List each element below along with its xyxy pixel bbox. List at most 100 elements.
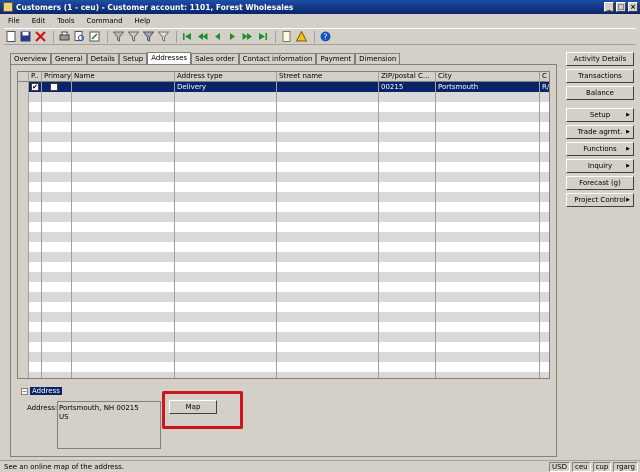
empty-cell[interactable] (540, 142, 549, 152)
address-type-cell[interactable]: Delivery (175, 82, 277, 92)
empty-cell[interactable] (277, 362, 379, 372)
empty-cell[interactable] (436, 132, 540, 142)
empty-cell[interactable] (379, 232, 436, 242)
empty-cell[interactable] (72, 112, 175, 122)
empty-cell[interactable] (18, 112, 29, 122)
country-cell[interactable]: R/ (540, 82, 549, 92)
empty-cell[interactable] (42, 252, 72, 262)
empty-cell[interactable] (29, 142, 42, 152)
empty-table-row[interactable] (18, 162, 549, 172)
empty-cell[interactable] (72, 312, 175, 322)
column-header-primary[interactable]: Primary (42, 72, 72, 82)
empty-cell[interactable] (175, 262, 277, 272)
empty-cell[interactable] (436, 122, 540, 132)
empty-cell[interactable] (29, 102, 42, 112)
row-selector[interactable] (18, 82, 29, 92)
empty-cell[interactable] (72, 262, 175, 272)
empty-cell[interactable] (540, 332, 549, 342)
empty-cell[interactable] (540, 312, 549, 322)
empty-cell[interactable] (18, 352, 29, 362)
help-icon[interactable]: ? (319, 30, 332, 43)
empty-cell[interactable] (436, 362, 540, 372)
empty-cell[interactable] (72, 252, 175, 262)
empty-cell[interactable] (436, 152, 540, 162)
empty-cell[interactable] (540, 262, 549, 272)
empty-cell[interactable] (540, 202, 549, 212)
empty-cell[interactable] (436, 302, 540, 312)
first-record-icon[interactable] (181, 30, 194, 43)
empty-cell[interactable] (379, 192, 436, 202)
empty-cell[interactable] (436, 112, 540, 122)
empty-cell[interactable] (42, 282, 72, 292)
empty-cell[interactable] (379, 122, 436, 132)
empty-cell[interactable] (175, 282, 277, 292)
column-header-c[interactable]: C (540, 72, 549, 82)
empty-cell[interactable] (29, 232, 42, 242)
empty-table-row[interactable] (18, 142, 549, 152)
empty-cell[interactable] (29, 212, 42, 222)
empty-cell[interactable] (175, 292, 277, 302)
empty-cell[interactable] (540, 292, 549, 302)
empty-cell[interactable] (175, 112, 277, 122)
empty-cell[interactable] (18, 192, 29, 202)
empty-cell[interactable] (175, 322, 277, 332)
empty-cell[interactable] (540, 242, 549, 252)
empty-table-row[interactable] (18, 312, 549, 322)
empty-cell[interactable] (277, 272, 379, 282)
street-name-cell[interactable] (277, 82, 379, 92)
empty-table-row[interactable] (18, 302, 549, 312)
empty-cell[interactable] (42, 362, 72, 372)
empty-cell[interactable] (72, 352, 175, 362)
empty-table-row[interactable] (18, 332, 549, 342)
empty-cell[interactable] (29, 112, 42, 122)
new-record-icon[interactable] (4, 30, 17, 43)
empty-cell[interactable] (175, 302, 277, 312)
empty-cell[interactable] (42, 182, 72, 192)
empty-cell[interactable] (29, 362, 42, 372)
menu-edit[interactable]: Edit (32, 17, 46, 25)
empty-cell[interactable] (379, 152, 436, 162)
empty-cell[interactable] (540, 322, 549, 332)
empty-cell[interactable] (277, 162, 379, 172)
empty-cell[interactable] (277, 92, 379, 102)
empty-cell[interactable] (29, 162, 42, 172)
empty-table-row[interactable] (18, 342, 549, 352)
table-row[interactable]: ✔ Delivery 00215 Portsmouth R/ (18, 82, 549, 92)
empty-cell[interactable] (436, 222, 540, 232)
checkbox-checked-icon[interactable]: ✔ (31, 83, 39, 91)
empty-table-row[interactable] (18, 202, 549, 212)
empty-cell[interactable] (436, 352, 540, 362)
empty-cell[interactable] (277, 252, 379, 262)
empty-cell[interactable] (42, 202, 72, 212)
empty-cell[interactable] (72, 362, 175, 372)
empty-cell[interactable] (540, 162, 549, 172)
empty-cell[interactable] (379, 352, 436, 362)
empty-cell[interactable] (379, 202, 436, 212)
empty-cell[interactable] (175, 222, 277, 232)
empty-cell[interactable] (29, 352, 42, 362)
primary-checkbox[interactable] (50, 83, 58, 91)
empty-cell[interactable] (436, 192, 540, 202)
empty-cell[interactable] (436, 282, 540, 292)
empty-cell[interactable] (175, 132, 277, 142)
empty-cell[interactable] (277, 242, 379, 252)
empty-cell[interactable] (379, 242, 436, 252)
empty-cell[interactable] (18, 142, 29, 152)
empty-cell[interactable] (436, 242, 540, 252)
empty-table-row[interactable] (18, 102, 549, 112)
sort-icon[interactable] (157, 30, 170, 43)
empty-cell[interactable] (277, 302, 379, 312)
name-cell[interactable] (72, 82, 175, 92)
empty-cell[interactable] (277, 342, 379, 352)
empty-cell[interactable] (72, 272, 175, 282)
empty-cell[interactable] (29, 92, 42, 102)
save-icon[interactable] (19, 30, 32, 43)
empty-cell[interactable] (379, 362, 436, 372)
empty-cell[interactable] (18, 102, 29, 112)
empty-cell[interactable] (72, 152, 175, 162)
empty-cell[interactable] (18, 332, 29, 342)
empty-cell[interactable] (42, 262, 72, 272)
empty-cell[interactable] (436, 272, 540, 282)
document-handling-icon[interactable] (280, 30, 293, 43)
column-header-p[interactable]: P.. (29, 72, 42, 82)
